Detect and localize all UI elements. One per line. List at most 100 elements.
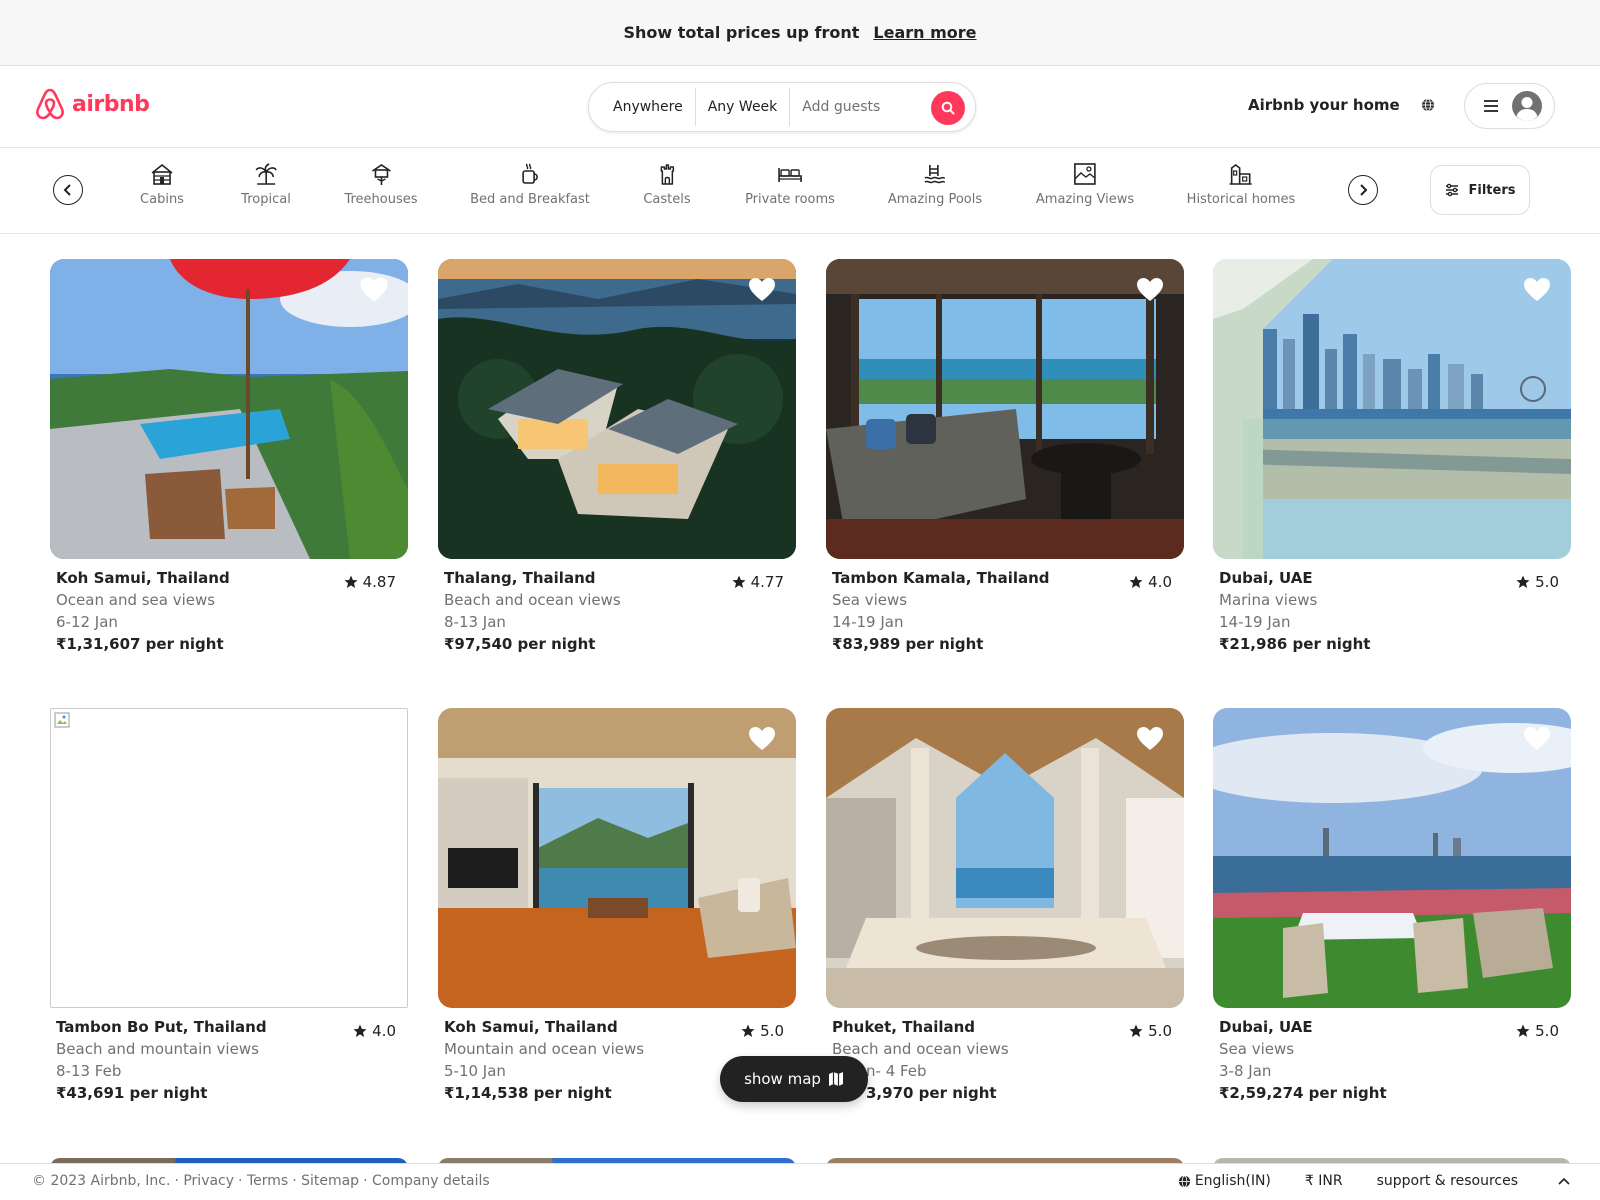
listing-dates: 14-19 Jan: [832, 613, 904, 631]
listing-photo[interactable]: [1213, 708, 1571, 1008]
listing-card[interactable]: Tambon Bo Put, Thailand Beach and mounta…: [50, 708, 408, 1104]
categories-next-button[interactable]: [1348, 175, 1378, 205]
star-icon: [732, 575, 746, 588]
listing-image: [1213, 259, 1571, 559]
listing-card[interactable]: Tambon Kamala, Thailand Sea views 14-19 …: [826, 259, 1184, 655]
treehouse-icon: [371, 164, 391, 185]
listing-info: Tambon Bo Put, Thailand Beach and mounta…: [50, 1008, 408, 1104]
footer-link-sitemap[interactable]: · Sitemap: [292, 1173, 359, 1189]
listing-dates: 8-13 Jan: [444, 613, 506, 631]
listing-photo[interactable]: [438, 708, 796, 1008]
listing-card[interactable]: Koh Samui, Thailand Mountain and ocean v…: [438, 708, 796, 1104]
language-selector[interactable]: English(IN): [1178, 1173, 1271, 1189]
category-cabins[interactable]: Cabins: [140, 162, 184, 207]
listing-photo[interactable]: [1213, 259, 1571, 559]
listing-photo[interactable]: [826, 708, 1184, 1008]
category-amazing-views[interactable]: Amazing Views: [1036, 162, 1134, 207]
category-castels[interactable]: Castels: [643, 162, 691, 207]
listing-image: [826, 708, 1184, 1008]
search-button[interactable]: [931, 91, 965, 125]
listing-card[interactable]: Dubai, UAE Marina views 14-19 Jan ₹21,98…: [1213, 259, 1571, 655]
heart-icon[interactable]: [748, 726, 776, 752]
footer-link-terms[interactable]: · Terms: [238, 1173, 288, 1189]
listing-dates: n- 4 Feb: [866, 1062, 927, 1080]
historical-home-icon: [1230, 164, 1252, 185]
listing-info: Koh Samui, Thailand Ocean and sea views …: [50, 559, 408, 655]
heart-icon[interactable]: [1136, 277, 1164, 303]
listing-dates: 3-8 Jan: [1219, 1062, 1272, 1080]
listing-card[interactable]: Phuket, Thailand Beach and ocean views n…: [826, 708, 1184, 1104]
category-private-rooms[interactable]: Private rooms: [745, 162, 835, 207]
category-treehouses[interactable]: Treehouses: [344, 162, 418, 207]
search-any-week[interactable]: Any Week: [696, 88, 791, 126]
listing-photo-broken[interactable]: [50, 708, 408, 1008]
footer-link-privacy[interactable]: · Privacy: [174, 1173, 234, 1189]
category-bed-and-breakfast[interactable]: Bed and Breakfast: [470, 162, 590, 207]
listing-card[interactable]: Dubai, UAE Sea views 3-8 Jan ₹2,59,274 p…: [1213, 708, 1571, 1104]
listing-price: ₹83,989 per night: [832, 635, 984, 653]
airbnb-logo[interactable]: airbnb: [34, 86, 150, 122]
rating-value: 4.77: [750, 573, 784, 591]
rating-value: 4.0: [1148, 573, 1172, 591]
listing-image: [826, 259, 1184, 559]
broken-image-icon: [54, 712, 70, 728]
bed-icon: [778, 168, 802, 182]
categories-prev-button[interactable]: [53, 175, 83, 205]
listing-subtitle: Sea views: [1219, 1040, 1295, 1058]
listing-price: ₹97,540 per night: [444, 635, 596, 653]
listing-card[interactable]: Koh Samui, Thailand Ocean and sea views …: [50, 259, 408, 655]
heart-icon[interactable]: [1136, 726, 1164, 752]
category-historical-homes[interactable]: Historical homes: [1187, 162, 1295, 207]
heart-icon[interactable]: [1523, 277, 1551, 303]
user-menu-button[interactable]: [1464, 83, 1555, 129]
listing-title: Koh Samui, Thailand: [444, 1018, 618, 1036]
listing-price: ₹1,31,607 per night: [56, 635, 224, 653]
rating-value: 5.0: [760, 1022, 784, 1040]
listing-subtitle: Marina views: [1219, 591, 1318, 609]
footer-link-company-details[interactable]: · Company details: [363, 1173, 490, 1189]
airbnb-your-home-link[interactable]: Airbnb your home: [1248, 96, 1400, 114]
rating-value: 4.87: [362, 573, 396, 591]
category-label: Treehouses: [344, 192, 418, 207]
palm-tree-icon: [255, 163, 277, 185]
search-add-guests[interactable]: Add guests: [790, 88, 892, 126]
language-button[interactable]: [1421, 97, 1435, 116]
category-amazing-pools[interactable]: Amazing Pools: [888, 162, 982, 207]
category-tropical[interactable]: Tropical: [241, 162, 291, 207]
heart-icon[interactable]: [360, 277, 388, 303]
listing-rating: 5.0: [1129, 1020, 1172, 1042]
show-map-button[interactable]: show map: [720, 1056, 868, 1102]
listing-rating: 4.0: [1129, 571, 1172, 593]
star-icon: [1516, 1024, 1530, 1037]
listing-rating: 5.0: [1516, 571, 1559, 593]
listing-photo[interactable]: [826, 259, 1184, 559]
listing-rating: 5.0: [741, 1020, 784, 1042]
search-anywhere[interactable]: Anywhere: [601, 88, 696, 126]
listing-title: Tambon Bo Put, Thailand: [56, 1018, 267, 1036]
heart-icon[interactable]: [748, 277, 776, 303]
listing-dates: 6-12 Jan: [56, 613, 118, 631]
listing-photo[interactable]: [438, 259, 796, 559]
filters-button[interactable]: Filters: [1430, 165, 1530, 215]
heart-icon[interactable]: [1523, 726, 1551, 752]
star-icon: [1129, 1024, 1143, 1037]
support-label: support & resources: [1376, 1173, 1518, 1189]
language-label: English(IN): [1194, 1173, 1271, 1189]
star-icon: [1129, 575, 1143, 588]
listing-image: [1213, 708, 1571, 1008]
framed-view-icon: [1074, 163, 1096, 185]
map-icon: [828, 1072, 843, 1086]
listing-title: Dubai, UAE: [1219, 569, 1313, 587]
support-resources-button[interactable]: support & resources: [1377, 1173, 1570, 1189]
listing-photo[interactable]: [50, 259, 408, 559]
listing-info: Phuket, Thailand Beach and ocean views n…: [826, 1008, 1184, 1104]
listing-price: ₹21,986 per night: [1219, 635, 1371, 653]
learn-more-link[interactable]: Learn more: [873, 23, 976, 42]
listing-rating: 4.87: [344, 571, 396, 593]
search-bar[interactable]: Anywhere Any Week Add guests: [588, 82, 976, 132]
header: airbnb Anywhere Any Week Add guests Airb…: [0, 66, 1600, 148]
listing-card[interactable]: Thalang, Thailand Beach and ocean views …: [438, 259, 796, 655]
listing-info: Tambon Kamala, Thailand Sea views 14-19 …: [826, 559, 1184, 655]
currency-selector[interactable]: ₹ INR: [1305, 1173, 1343, 1189]
star-icon: [353, 1024, 367, 1037]
